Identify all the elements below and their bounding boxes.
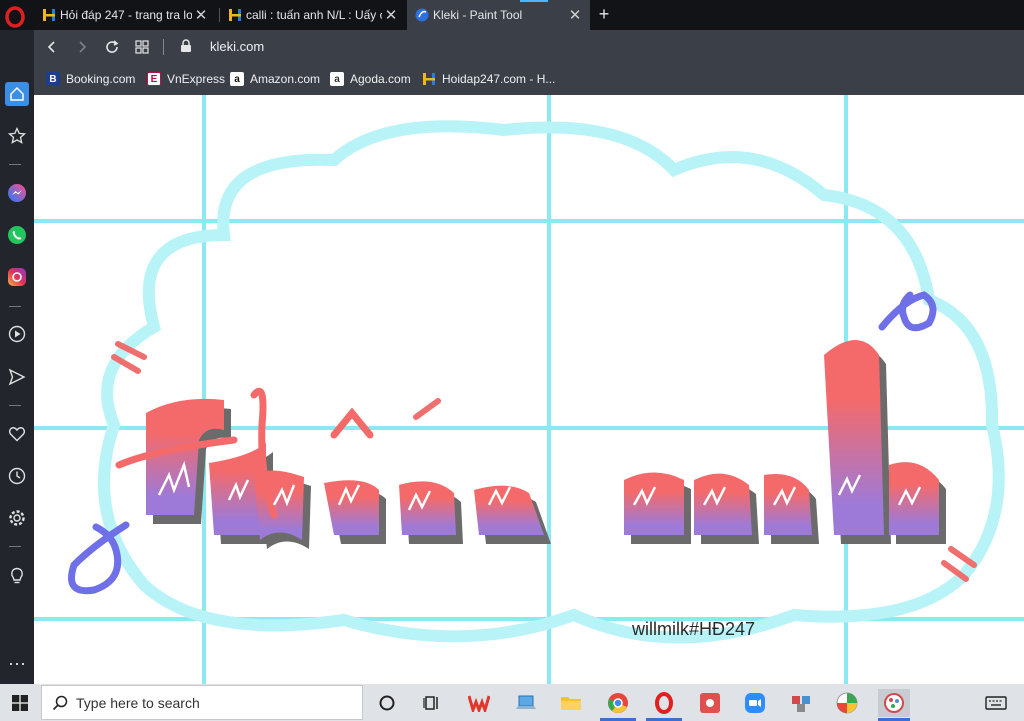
forward-button[interactable] xyxy=(71,36,93,58)
presentation-icon[interactable] xyxy=(696,689,724,717)
bookmark-label: Hoidap247.com - H... xyxy=(442,72,556,86)
whatsapp-icon[interactable] xyxy=(5,223,29,247)
hoidap-favicon-icon xyxy=(423,73,435,85)
bookmark-booking[interactable]: B Booking.com xyxy=(46,70,135,88)
taskbar-search[interactable]: Type here to search xyxy=(41,685,363,720)
tab-grid-button[interactable] xyxy=(131,36,153,58)
hoidap-favicon-icon xyxy=(43,9,55,21)
agoda-icon: a xyxy=(330,72,344,86)
sidebar-divider xyxy=(9,306,21,307)
lock-icon xyxy=(181,39,191,52)
close-tab-icon[interactable]: ✕ xyxy=(566,6,584,24)
chevron-right-icon xyxy=(79,41,87,53)
tab-kleki[interactable]: Kleki - Paint Tool ✕ xyxy=(407,0,590,30)
artwork-credit: willmilk#HĐ247 xyxy=(632,619,756,639)
sidebar-divider xyxy=(9,405,21,406)
tab-accent xyxy=(520,0,548,2)
opera-logo-icon[interactable] xyxy=(2,4,28,30)
tab-title: Hỏi đáp 247 - trang tra loi xyxy=(60,8,192,22)
paint-icon[interactable] xyxy=(878,689,910,717)
vnexpress-icon: E xyxy=(147,72,161,86)
bookmark-label: Amazon.com xyxy=(250,72,321,86)
reload-icon xyxy=(106,40,119,53)
instagram-icon[interactable] xyxy=(5,265,29,289)
new-tab-button[interactable]: + xyxy=(594,3,614,27)
kleki-favicon-icon xyxy=(415,8,429,22)
booking-icon: B xyxy=(46,72,60,86)
back-button[interactable] xyxy=(41,36,63,58)
bookmark-label: VnExpress xyxy=(167,72,226,86)
tab-strip: Hỏi đáp 247 - trang tra loi ✕ calli : tu… xyxy=(0,0,1024,30)
wps-icon[interactable] xyxy=(465,689,493,717)
home-icon[interactable] xyxy=(5,82,29,106)
sidebar-divider xyxy=(9,546,21,547)
sidebar-divider xyxy=(9,164,21,165)
reload-button[interactable] xyxy=(101,36,123,58)
colorful-app-icon[interactable] xyxy=(833,689,861,717)
messenger-icon[interactable] xyxy=(5,181,29,205)
url-field[interactable]: kleki.com xyxy=(210,39,264,54)
heart-icon[interactable] xyxy=(5,422,29,446)
tab-title: calli : tuấn anh N/L : Uấy cr xyxy=(246,8,382,22)
close-tab-icon[interactable]: ✕ xyxy=(382,6,400,24)
amazon-icon: a xyxy=(230,72,244,86)
artwork xyxy=(34,95,1024,684)
tab-hoidap[interactable]: Hỏi đáp 247 - trang tra loi ✕ xyxy=(34,0,216,30)
history-icon[interactable] xyxy=(5,464,29,488)
bookmark-amazon[interactable]: a Amazon.com xyxy=(230,70,320,88)
start-button[interactable] xyxy=(0,684,40,721)
opera-icon[interactable] xyxy=(650,689,678,717)
tab-title: Kleki - Paint Tool xyxy=(433,8,523,22)
star-icon[interactable] xyxy=(5,124,29,148)
windows-taskbar: Type here to search xyxy=(0,684,1024,721)
cortana-icon[interactable] xyxy=(373,689,401,717)
player-icon[interactable] xyxy=(5,322,29,346)
keyboard-icon[interactable] xyxy=(982,689,1010,717)
tab-calli[interactable]: calli : tuấn anh N/L : Uấy cr ✕ xyxy=(220,0,406,30)
search-placeholder: Type here to search xyxy=(76,694,200,711)
grid-icon xyxy=(135,40,149,54)
bookmark-hoidap247[interactable]: Hoidap247.com - H... xyxy=(422,70,555,88)
bookmarks-bar: B Booking.com E VnExpress a Amazon.com a… xyxy=(34,64,1024,95)
zoom-icon[interactable] xyxy=(741,689,769,717)
send-icon[interactable] xyxy=(5,365,29,389)
chrome-icon[interactable] xyxy=(604,689,632,717)
chevron-left-icon xyxy=(47,41,55,53)
close-tab-icon[interactable]: ✕ xyxy=(192,6,210,24)
bookmark-label: Booking.com xyxy=(66,72,136,86)
lightbulb-icon[interactable] xyxy=(5,564,29,588)
task-view-icon[interactable] xyxy=(418,689,446,717)
drawing-canvas[interactable]: willmilk#HĐ247 xyxy=(34,95,1024,684)
bookmark-vnexpress[interactable]: E VnExpress xyxy=(147,70,225,88)
bookmark-label: Agoda.com xyxy=(350,72,411,86)
bookmark-agoda[interactable]: a Agoda.com xyxy=(330,70,411,88)
address-divider xyxy=(163,39,164,55)
search-icon xyxy=(52,695,68,710)
snip-icon[interactable] xyxy=(787,689,815,717)
settings-icon[interactable] xyxy=(5,506,29,530)
windows-logo-icon xyxy=(12,694,28,711)
laptop-icon[interactable] xyxy=(512,689,540,717)
file-explorer-icon[interactable] xyxy=(557,689,585,717)
more-icon[interactable]: ⋯ xyxy=(5,652,29,676)
address-bar: kleki.com xyxy=(34,30,1024,64)
opera-sidebar: ⋯ xyxy=(0,30,34,684)
hoidap-favicon-icon xyxy=(229,9,241,21)
